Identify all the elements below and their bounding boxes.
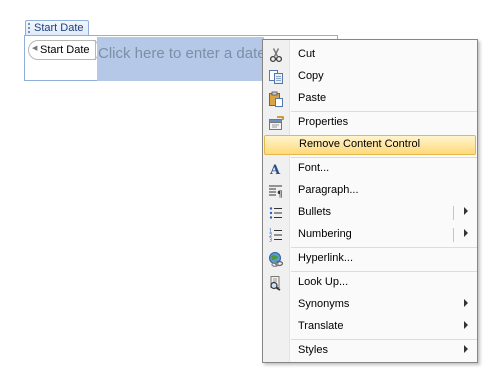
- bullets-icon: [268, 205, 284, 221]
- menu-item-label: Paragraph...: [298, 184, 359, 196]
- field-tag-label: Start Date: [40, 44, 90, 56]
- menu-item-synonyms[interactable]: Synonyms: [264, 295, 476, 315]
- submenu-arrow-icon: [464, 299, 468, 307]
- submenu-arrow-icon: [464, 345, 468, 353]
- properties-icon: [268, 115, 284, 131]
- menu-separator: [291, 111, 477, 112]
- menu-item-label: Styles: [298, 344, 328, 356]
- menu-item-hyperlink[interactable]: Hyperlink...: [264, 249, 476, 269]
- menu-item-cut[interactable]: Cut: [264, 45, 476, 65]
- content-control-field-tag[interactable]: ◀ Start Date: [28, 40, 96, 60]
- submenu-arrow-icon[interactable]: [464, 229, 468, 237]
- context-menu: Cut Copy Paste Properties Remove Content…: [262, 39, 478, 363]
- menu-item-styles[interactable]: Styles: [264, 341, 476, 361]
- hyperlink-icon: [268, 251, 284, 267]
- menu-item-label: Synonyms: [298, 298, 350, 310]
- svg-text:A: A: [269, 163, 281, 177]
- paste-icon: [268, 91, 284, 107]
- menu-item-paragraph[interactable]: ¶ Paragraph...: [264, 181, 476, 201]
- content-control-title-tab[interactable]: Start Date: [25, 20, 89, 35]
- menu-item-label: Numbering: [298, 228, 352, 240]
- menu-item-remove-content-control[interactable]: Remove Content Control: [264, 135, 476, 155]
- menu-item-label: Bullets: [298, 206, 332, 218]
- menu-item-numbering[interactable]: 1 2 3 Numbering: [264, 225, 476, 245]
- menu-item-properties[interactable]: Properties: [264, 113, 476, 133]
- menu-item-label: Remove Content Control: [299, 138, 421, 150]
- menu-separator: [291, 247, 477, 248]
- tag-arrow-icon: ◀: [32, 45, 38, 52]
- menu-item-label: Paste: [298, 92, 327, 104]
- submenu-arrow-icon: [464, 321, 468, 329]
- scissors-icon: [268, 47, 284, 63]
- menu-item-font[interactable]: A Font...: [264, 159, 476, 179]
- menu-item-bullets[interactable]: Bullets: [264, 203, 476, 223]
- document-canvas: Start Date ◀ Start Date Click here to en…: [0, 0, 501, 390]
- menu-item-translate[interactable]: Translate: [264, 317, 476, 337]
- menu-separator: [291, 271, 477, 272]
- menu-item-label: Copy: [298, 70, 324, 82]
- menu-item-label: Translate: [298, 320, 344, 332]
- menu-item-look-up[interactable]: Look Up...: [264, 273, 476, 293]
- numbering-icon: 1 2 3: [268, 227, 284, 244]
- menu-separator: [291, 339, 477, 340]
- paragraph-icon: ¶: [268, 183, 284, 200]
- submenu-arrow-icon[interactable]: [464, 207, 468, 215]
- menu-item-label: Look Up...: [298, 276, 349, 288]
- menu-item-label: Properties: [298, 116, 349, 128]
- menu-item-copy[interactable]: Copy: [264, 67, 476, 87]
- placeholder-text[interactable]: Click here to enter a date.: [98, 45, 270, 62]
- split-divider: [453, 206, 454, 220]
- content-control-title: Start Date: [34, 22, 84, 34]
- menu-separator: [291, 157, 477, 158]
- svg-text:¶: ¶: [277, 190, 283, 199]
- lookup-icon: [268, 275, 284, 291]
- font-icon: A: [268, 161, 284, 178]
- split-divider: [453, 228, 454, 242]
- menu-item-paste[interactable]: Paste: [264, 89, 476, 109]
- copy-icon: [268, 69, 284, 85]
- menu-item-label: Hyperlink...: [298, 252, 354, 264]
- drag-grip-icon[interactable]: [28, 23, 30, 33]
- menu-item-label: Font...: [298, 162, 330, 174]
- svg-text:3: 3: [269, 238, 272, 244]
- menu-item-label: Cut: [298, 48, 316, 60]
